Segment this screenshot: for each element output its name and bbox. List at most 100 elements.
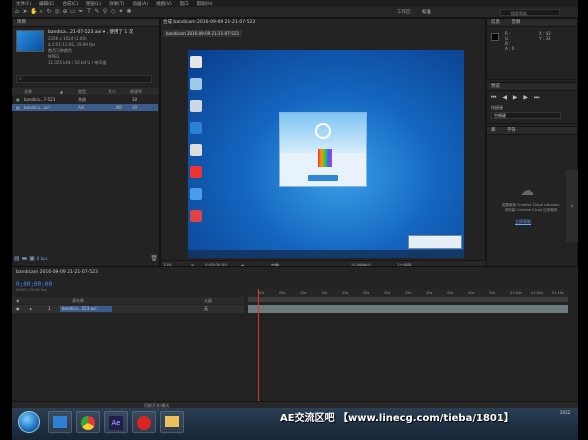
col-fps[interactable]: 帧速率 — [130, 89, 142, 95]
dialog-login-button[interactable] — [308, 175, 338, 181]
zoom-tool-icon[interactable]: ⌕ — [38, 9, 44, 15]
roto-tool-icon[interactable]: ✦ — [118, 9, 124, 15]
ruler-tick: 15s — [321, 291, 328, 295]
project-row[interactable]: ▤ bandica...avi AVI ...MB 30 — [12, 104, 158, 111]
home-icon[interactable]: ⌂ — [14, 9, 20, 15]
col-size[interactable]: 大小 — [108, 89, 116, 95]
help-search-input[interactable]: 搜索帮助 — [500, 9, 560, 16]
layer-name[interactable]: bandica...523.avi — [62, 306, 96, 311]
qq-logo-icon — [315, 123, 331, 139]
col-type[interactable]: 类型 — [78, 89, 86, 95]
audio-tab[interactable]: 音频 — [511, 20, 520, 25]
info-tab[interactable]: 信息 — [491, 20, 500, 25]
workspace-label: 工作区: — [397, 10, 413, 15]
stamp-tool-icon[interactable]: ⚲ — [102, 9, 108, 15]
hand-tool-icon[interactable]: ✋ — [30, 9, 37, 15]
new-folder-icon[interactable]: ▬ — [22, 255, 28, 262]
project-footer-tools: ▤ ▬ ▣ 8 bpc 🗑 — [14, 255, 158, 265]
system-clock: 2012 — [560, 410, 571, 415]
visibility-column-icon: ◉ — [16, 298, 20, 303]
bit-depth-label[interactable]: 8 bpc — [37, 256, 48, 261]
composition-icon: ▣ — [16, 97, 20, 102]
rotate-tool-icon[interactable]: ↻ — [46, 9, 52, 15]
ruler-tick: 30s — [384, 291, 391, 295]
last-frame-icon[interactable]: ⏭ — [534, 94, 541, 101]
desktop-taskbar — [188, 250, 464, 258]
watermark-text: AE交流区吧 【www.linecg.com/tieba/1801】 — [280, 413, 514, 424]
selection-tool-icon[interactable]: ➤ — [22, 9, 28, 15]
menu-help[interactable]: 帮助(H) — [197, 1, 213, 7]
playhead[interactable] — [258, 289, 259, 409]
menu-animation[interactable]: 动画(A) — [132, 1, 148, 7]
ruler-tick: 55s — [489, 291, 496, 295]
library-tab[interactable]: 库 — [491, 128, 496, 133]
project-info-4: MPEG — [48, 54, 60, 59]
recorder-taskbar-button[interactable] — [132, 411, 156, 433]
preview-tab[interactable]: 预览 — [487, 83, 577, 91]
text-tool-icon[interactable]: T — [86, 9, 92, 15]
project-thumbnail — [16, 30, 44, 52]
layer-duration-bar[interactable] — [248, 305, 568, 313]
menu-edit[interactable]: 编辑(E) — [39, 1, 54, 7]
menu-layer[interactable]: 图层(L) — [86, 1, 101, 7]
pan-behind-tool-icon[interactable]: ⊕ — [62, 9, 68, 15]
menu-view[interactable]: 视图(V) — [156, 1, 172, 7]
eye-icon[interactable]: ◉ — [16, 306, 20, 311]
project-info-5: 11,025 kHz / 16 bit U / 单声道 — [48, 60, 107, 65]
ruler-tick: 25s — [363, 291, 370, 295]
login-dialog — [279, 112, 367, 187]
shortcut-select[interactable]: 空格键 — [491, 112, 561, 119]
folder-icon — [165, 416, 179, 427]
timeline-timecode[interactable]: 0;00;00;00 — [16, 281, 52, 288]
col-sort[interactable]: ▲ — [60, 89, 63, 94]
menu-window[interactable]: 窗口 — [180, 1, 189, 7]
expand-icon[interactable]: ▸ — [30, 306, 32, 311]
panel-expand-arrow[interactable]: › — [566, 170, 578, 242]
camera-tool-icon[interactable]: ◎ — [54, 9, 60, 15]
info-panel: 信息 音频 R : G : B : A : 0 X : 42 Y : 33 — [486, 18, 578, 80]
get-cc-link[interactable]: 立即获取 — [515, 219, 531, 225]
project-tab[interactable]: 项目 — [13, 19, 159, 27]
color-swatch — [491, 33, 499, 41]
timeline-fps: 00000 (30.00 fps) — [16, 288, 48, 292]
col-parent[interactable]: 父级 — [204, 298, 212, 304]
start-button[interactable] — [18, 411, 40, 433]
workspace-select[interactable]: 标准 — [422, 9, 431, 15]
next-frame-icon[interactable]: ▶ — [523, 94, 530, 101]
col-name[interactable]: 名称 — [24, 89, 32, 95]
folder-taskbar-button[interactable] — [160, 411, 184, 433]
composition-subtab[interactable]: bandicam 2016-09-09 21-21-07-523 — [163, 30, 242, 37]
ruler-tick: 20s — [342, 291, 349, 295]
timeline-tab[interactable]: bandicam 2016-09-09 21-21-07-523 — [16, 269, 98, 277]
explorer-taskbar-button[interactable] — [48, 411, 72, 433]
chrome-taskbar-button[interactable] — [76, 411, 100, 433]
ae-taskbar-button[interactable]: Ae — [104, 411, 128, 433]
project-row[interactable]: ▣ bandica...7-523 合成 30 — [12, 96, 158, 103]
prev-frame-icon[interactable]: ◀ — [502, 94, 509, 101]
menu-effect[interactable]: 效果(T) — [109, 1, 124, 7]
work-area-bar[interactable] — [248, 297, 568, 302]
search-icon: ⌕ — [19, 76, 22, 82]
first-frame-icon[interactable]: ⏮ — [491, 94, 498, 101]
time-ruler[interactable]: 00s 05s 10s 15s 20s 25s 30s 35s 40s 45s 50s 55s 01:0… — [248, 289, 568, 297]
puppet-tool-icon[interactable]: ✱ — [126, 9, 132, 15]
layer-row[interactable]: ◉ ▸ 1 bandica...523.avi 无 — [12, 305, 244, 313]
character-tab[interactable]: 字符 — [507, 128, 516, 133]
menu-composition[interactable]: 合成(C) — [62, 1, 78, 7]
pen-tool-icon[interactable]: ✒ — [78, 9, 84, 15]
interpret-footage-icon[interactable]: ▤ — [14, 255, 20, 262]
ruler-tick: 50s — [468, 291, 475, 295]
col-source-name[interactable]: 源名称 — [72, 298, 84, 304]
project-search-input[interactable]: ⌕ — [16, 75, 152, 83]
project-columns-header: 名称 ▲ 类型 大小 帧速率 — [12, 88, 158, 95]
mask-tool-icon[interactable]: ▭ — [70, 9, 76, 15]
play-icon[interactable]: ▶ — [513, 94, 520, 101]
new-composition-icon[interactable]: ▣ — [29, 255, 35, 262]
brush-tool-icon[interactable]: ✎ — [94, 9, 100, 15]
eraser-tool-icon[interactable]: ◇ — [110, 9, 116, 15]
menu-file[interactable]: 文件(F) — [16, 1, 31, 7]
ruler-tick: 45s — [447, 291, 454, 295]
delete-icon[interactable]: 🗑 — [150, 255, 158, 262]
parent-select[interactable]: 无 — [204, 306, 208, 312]
composition-tab[interactable]: 合成 bandicam 2016-09-09 21-21-07-523 — [163, 19, 255, 27]
